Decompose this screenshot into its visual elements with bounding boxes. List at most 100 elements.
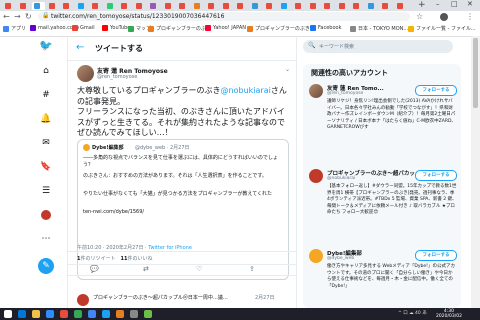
taskbar-app-icon[interactable] (102, 310, 110, 318)
browser-tab[interactable] (32, 2, 45, 10)
back-arrow-icon[interactable]: ← (76, 42, 84, 53)
home-icon[interactable]: ⌂ (39, 64, 53, 78)
follow-button[interactable]: フォローする (415, 85, 457, 96)
twitter-logo-icon[interactable]: 🐦 (39, 38, 53, 52)
retweet-label[interactable]: 件のリツイート (80, 256, 115, 262)
tweet-text: 大尊敬しているプロギャンブラーのぶき@nobukiaraiさんの記事発見。 フリ… (77, 86, 289, 139)
taskbar-app-icon[interactable] (32, 310, 40, 318)
explore-icon[interactable]: # (39, 88, 53, 102)
author-handle[interactable]: @ren_tomoyose (97, 74, 137, 80)
browser-tab[interactable] (221, 2, 234, 10)
clock[interactable]: 4:30 2020/03/02 (436, 309, 462, 319)
back-icon[interactable]: ← (3, 12, 10, 21)
profile-icon[interactable] (440, 13, 448, 21)
reply-tweet[interactable]: プロギャンブラーのぶき〜超パカップル＠日本一周中…議… 2月27日 (68, 292, 296, 308)
bookmark-item[interactable]: YouTube (102, 25, 130, 31)
close-window-icon[interactable]: ✕ (467, 0, 473, 8)
browser-tab[interactable] (119, 2, 132, 10)
browser-tab[interactable] (134, 2, 147, 10)
browser-tab[interactable] (264, 2, 277, 10)
page-scrollbar[interactable] (471, 36, 480, 308)
author-avatar[interactable] (77, 65, 94, 82)
bookmark-item[interactable]: 日本 - TOKYO MON... (350, 25, 408, 32)
tab-favicon-icon (193, 3, 200, 9)
browser-tab[interactable] (395, 2, 408, 10)
search-input[interactable]: 🔍 キーワード検索 (303, 40, 453, 53)
lists-icon[interactable]: ☰ (39, 184, 53, 198)
reply-icon[interactable]: 💬 (90, 265, 99, 273)
browser-tab[interactable] (235, 2, 248, 10)
taskbar-app-icon[interactable] (46, 310, 54, 318)
browser-tab[interactable] (279, 2, 292, 10)
maximize-icon[interactable]: □ (451, 0, 458, 8)
browser-tab[interactable] (337, 2, 350, 10)
browser-tab[interactable] (293, 2, 306, 10)
bookmark-item[interactable]: プロギャンブラーのぶき (148, 25, 211, 32)
bookmark-label: ファイル一覧 - ファイル... (416, 26, 476, 32)
like-label[interactable]: 件のいいね (127, 256, 152, 262)
messages-icon[interactable]: ✉ (39, 136, 53, 150)
taskbar-app-icon[interactable] (130, 310, 138, 318)
bookmarks-icon[interactable]: 🔖 (39, 160, 53, 174)
browser-tab[interactable] (322, 2, 335, 10)
bookmark-item[interactable]: Yahoo! JAPAN (205, 25, 246, 31)
browser-tab[interactable] (380, 2, 393, 10)
reply-author[interactable]: プロギャンブラーのぶき〜超パカップル＠日本一周中…議… (93, 294, 228, 301)
system-tray[interactable]: ^ 口 ☁ 40 あ (398, 310, 427, 316)
notifications-icon[interactable]: 🔔 (39, 112, 53, 126)
account-avatar[interactable] (309, 249, 323, 263)
bookmark-item[interactable]: ファイル一覧 - ファイル... (408, 25, 476, 32)
scrollbar-thumb[interactable] (473, 38, 478, 108)
taskbar-app-icon[interactable] (144, 310, 152, 318)
browser-tab[interactable] (76, 2, 89, 10)
chevron-down-icon[interactable]: ⌄ (285, 66, 290, 73)
more-icon[interactable]: ⋯ (39, 232, 53, 246)
forward-icon[interactable]: → (14, 12, 21, 21)
address-bar[interactable]: 🔒 twitter.com/ren_tomoyose/status/123301… (38, 12, 410, 21)
browser-tab[interactable] (192, 2, 205, 10)
star-icon[interactable]: ☆ (416, 12, 423, 21)
taskbar-app-icon[interactable] (74, 310, 82, 318)
taskbar-app-icon[interactable] (116, 310, 124, 318)
retweet-icon[interactable]: ⇄ (143, 265, 149, 273)
bookmark-item[interactable]: アプリ (3, 25, 26, 32)
new-tab-button[interactable]: + (418, 0, 426, 10)
taskbar-app-icon[interactable] (60, 310, 68, 318)
like-icon[interactable]: ♡ (196, 265, 202, 273)
account-avatar[interactable] (309, 169, 323, 183)
browser-tab[interactable] (366, 2, 379, 10)
account-avatar[interactable] (309, 84, 323, 98)
bookmark-item[interactable]: プロギャンブラーのぶき (247, 25, 310, 32)
browser-tab[interactable] (105, 2, 118, 10)
bookmark-item[interactable]: Gmail (72, 25, 95, 31)
taskbar-app-icon[interactable] (88, 310, 96, 318)
browser-tab[interactable] (308, 2, 321, 10)
quote-link[interactable]: ten-nwi.com/dybe/1569/ (83, 209, 283, 216)
browser-tab[interactable] (148, 2, 161, 10)
bookmark-item[interactable]: Facebook (310, 25, 342, 31)
browser-tab[interactable] (3, 2, 16, 10)
reply-avatar[interactable] (77, 294, 89, 306)
profile-avatar-icon[interactable] (39, 208, 53, 222)
browser-tab[interactable] (61, 2, 74, 10)
start-icon[interactable] (4, 310, 12, 318)
browser-tab[interactable] (18, 2, 31, 10)
compose-tweet-icon[interactable]: ✎ (38, 258, 54, 274)
browser-tab[interactable] (351, 2, 364, 10)
browser-tab[interactable] (47, 2, 60, 10)
mention-link[interactable]: @nobukiarai (221, 86, 271, 95)
share-icon[interactable]: ⇪ (249, 265, 255, 273)
follow-button[interactable]: フォローする (415, 170, 457, 181)
tweet-column: ← ツイートする 友寄 蓮 Ren Tomoyose @ren_tomoyose… (67, 36, 297, 308)
follow-button[interactable]: フォローする (415, 250, 457, 261)
reload-icon[interactable]: ↻ (25, 12, 32, 21)
minimize-icon[interactable]: – (436, 0, 440, 8)
browser-tab[interactable] (206, 2, 219, 10)
taskbar-app-icon[interactable] (18, 310, 26, 318)
browser-tab[interactable] (250, 2, 263, 10)
browser-tab[interactable] (163, 2, 176, 10)
browser-tab[interactable] (90, 2, 103, 10)
menu-icon[interactable]: ⋮ (466, 12, 474, 21)
tab-favicon-icon (280, 3, 287, 9)
browser-tab[interactable] (177, 2, 190, 10)
